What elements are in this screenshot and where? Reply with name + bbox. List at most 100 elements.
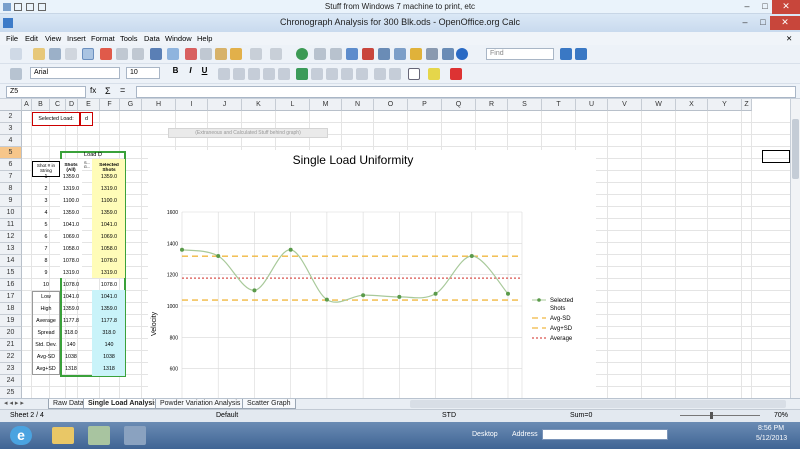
align-right-icon[interactable] bbox=[248, 68, 260, 80]
function-icon[interactable]: = bbox=[120, 85, 125, 95]
menu-insert[interactable]: Insert bbox=[67, 34, 86, 43]
function-wizard-icon[interactable]: fx bbox=[90, 86, 96, 95]
find-previous-icon[interactable] bbox=[575, 48, 587, 60]
shot-number-cell[interactable]: 5 bbox=[32, 222, 60, 228]
spellcheck-icon[interactable] bbox=[150, 48, 162, 60]
stat-all-cell[interactable]: 140 bbox=[60, 342, 82, 348]
close-button[interactable]: ✕ bbox=[770, 16, 800, 30]
stat-all-cell[interactable]: 1177.8 bbox=[60, 318, 82, 324]
delete-decimal-icon[interactable] bbox=[356, 68, 368, 80]
calc-taskbar-icon[interactable] bbox=[88, 426, 110, 445]
align-center-icon[interactable] bbox=[233, 68, 245, 80]
column-header-t[interactable]: T bbox=[542, 99, 576, 111]
sort-descending-icon[interactable] bbox=[330, 48, 342, 60]
explorer-icon[interactable] bbox=[52, 427, 74, 444]
decrease-indent-icon[interactable] bbox=[374, 68, 386, 80]
open-icon[interactable] bbox=[33, 48, 45, 60]
column-header-d[interactable]: D bbox=[66, 99, 78, 111]
row-header-13[interactable]: 13 bbox=[0, 243, 22, 255]
shots-all-cell[interactable]: 1069.0 bbox=[60, 234, 82, 240]
stat-selected-cell[interactable]: 1359.0 bbox=[93, 306, 125, 312]
minimize-button[interactable]: – bbox=[736, 16, 754, 30]
shot-number-cell[interactable]: 2 bbox=[32, 186, 60, 192]
close-document-icon[interactable]: ✕ bbox=[786, 34, 792, 43]
menu-edit[interactable]: Edit bbox=[25, 34, 38, 43]
redo-icon[interactable] bbox=[270, 48, 282, 60]
name-box[interactable]: Z5 bbox=[6, 86, 86, 98]
row-header-5[interactable]: 5 bbox=[0, 147, 22, 159]
tab-scroll-arrows-icon[interactable]: ◂ ◂ ▸ ▸ bbox=[4, 399, 24, 407]
row-header-23[interactable]: 23 bbox=[0, 363, 22, 375]
insert-chart-icon[interactable] bbox=[346, 48, 358, 60]
column-header-p[interactable]: P bbox=[408, 99, 442, 111]
shot-number-cell[interactable]: 3 bbox=[32, 198, 60, 204]
column-header-x[interactable]: X bbox=[676, 99, 708, 111]
row-header-16[interactable]: 16 bbox=[0, 279, 22, 291]
velocity-chart[interactable]: Single Load Uniformity 1600 1400 1200 1000 80… bbox=[148, 150, 596, 400]
italic-button[interactable]: I bbox=[185, 66, 196, 75]
save-icon[interactable] bbox=[49, 48, 61, 60]
print-preview-icon[interactable] bbox=[132, 48, 144, 60]
row-header-11[interactable]: 11 bbox=[0, 219, 22, 231]
selected-shot-cell[interactable]: 1359.0 bbox=[93, 174, 125, 180]
cut-icon[interactable] bbox=[185, 48, 197, 60]
menu-data[interactable]: Data bbox=[144, 34, 160, 43]
justify-icon[interactable] bbox=[263, 68, 275, 80]
zoom-icon[interactable] bbox=[442, 48, 454, 60]
chart-container[interactable]: Single Load Uniformity 1600 1400 1200 1000 80… bbox=[148, 150, 596, 400]
stat-all-cell[interactable]: 318.0 bbox=[60, 330, 82, 336]
column-header-o[interactable]: O bbox=[374, 99, 408, 111]
bold-button[interactable]: B bbox=[170, 66, 181, 75]
menu-window[interactable]: Window bbox=[165, 34, 192, 43]
menu-tools[interactable]: Tools bbox=[120, 34, 138, 43]
edit-file-icon[interactable] bbox=[82, 48, 94, 60]
row-header-19[interactable]: 19 bbox=[0, 315, 22, 327]
horizontal-scrollbar[interactable] bbox=[410, 400, 786, 408]
stat-selected-cell[interactable]: 1038 bbox=[93, 354, 125, 360]
menu-format[interactable]: Format bbox=[91, 34, 115, 43]
shots-all-cell[interactable]: 1359.0 bbox=[60, 174, 82, 180]
row-header-22[interactable]: 22 bbox=[0, 351, 22, 363]
selection-mode[interactable]: STD bbox=[442, 412, 456, 419]
column-header-e[interactable]: E bbox=[78, 99, 100, 111]
column-header-n[interactable]: N bbox=[342, 99, 374, 111]
zoom-level[interactable]: 70% bbox=[774, 412, 788, 419]
selected-shot-cell[interactable]: 1100.0 bbox=[93, 198, 125, 204]
row-header-6[interactable]: 6 bbox=[0, 159, 22, 171]
data-sources-icon[interactable] bbox=[426, 48, 438, 60]
row-header-7[interactable]: 7 bbox=[0, 171, 22, 183]
zoom-slider-thumb[interactable] bbox=[710, 412, 713, 419]
remote-app-icon[interactable] bbox=[124, 426, 146, 445]
hyperlink-icon[interactable] bbox=[296, 48, 308, 60]
column-header-h[interactable]: H bbox=[142, 99, 176, 111]
stat-selected-cell[interactable]: 140 bbox=[93, 342, 125, 348]
column-header-z[interactable]: Z bbox=[742, 99, 752, 111]
currency-format-icon[interactable] bbox=[296, 68, 308, 80]
shot-number-cell[interactable]: 8 bbox=[32, 258, 60, 264]
formula-input[interactable] bbox=[136, 86, 796, 98]
selected-shot-cell[interactable]: 1041.0 bbox=[93, 222, 125, 228]
row-header-8[interactable]: 8 bbox=[0, 183, 22, 195]
zoom-slider[interactable] bbox=[680, 415, 760, 416]
styles-icon[interactable] bbox=[10, 68, 22, 80]
desktop-toolbar-label[interactable]: Desktop bbox=[472, 431, 498, 438]
row-header-9[interactable]: 9 bbox=[0, 195, 22, 207]
selected-shot-cell[interactable]: 1069.0 bbox=[93, 234, 125, 240]
selected-load-value[interactable]: d bbox=[80, 116, 93, 122]
stat-all-cell[interactable]: 1041.0 bbox=[60, 294, 82, 300]
row-header-12[interactable]: 12 bbox=[0, 231, 22, 243]
stat-all-cell[interactable]: 1318 bbox=[60, 366, 82, 372]
sum-icon[interactable]: Σ bbox=[105, 86, 111, 96]
column-header-i[interactable]: I bbox=[176, 99, 208, 111]
shots-all-cell[interactable]: 1100.0 bbox=[60, 198, 82, 204]
gallery-icon[interactable] bbox=[410, 48, 422, 60]
column-header-u[interactable]: U bbox=[576, 99, 608, 111]
menu-file[interactable]: File bbox=[6, 34, 18, 43]
background-color-icon[interactable] bbox=[428, 68, 440, 80]
shot-number-cell[interactable]: 1 bbox=[32, 174, 60, 180]
vertical-scrollbar[interactable] bbox=[790, 99, 800, 400]
find-next-icon[interactable] bbox=[560, 48, 572, 60]
selected-shot-cell[interactable]: 1078.0 bbox=[93, 258, 125, 264]
menu-view[interactable]: View bbox=[45, 34, 61, 43]
shot-number-cell[interactable]: 10 bbox=[32, 282, 60, 288]
